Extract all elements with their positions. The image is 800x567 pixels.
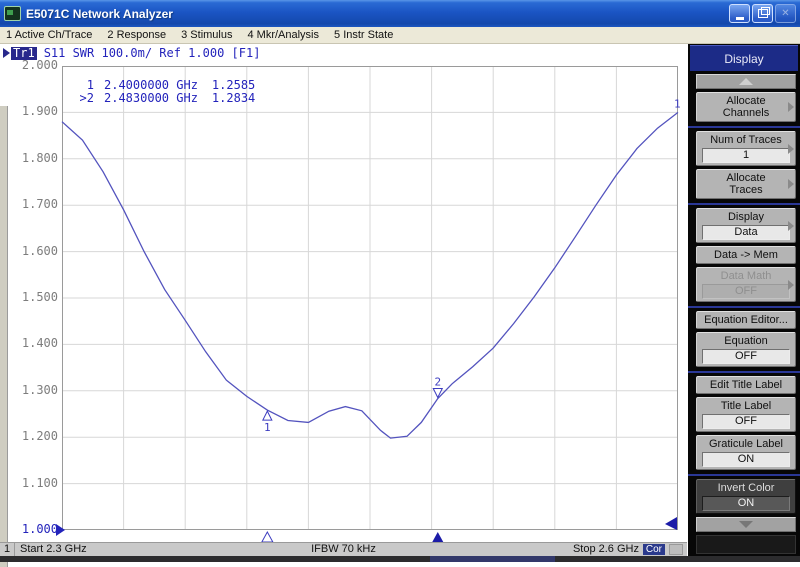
softkey-list: Allocate Channels Num of Traces 1 Alloca…	[690, 92, 798, 517]
chart-plot: 1 2 1	[62, 66, 678, 544]
marker-readout-row: >2 2.4830000 GHz 1.2834	[78, 92, 255, 105]
y-tick-label: 1.000	[6, 522, 58, 537]
submenu-arrow-icon	[788, 280, 794, 290]
scroll-down-button[interactable]	[696, 517, 796, 532]
softkey-separator	[688, 474, 800, 476]
bottom-strip	[0, 556, 800, 562]
window-title: E5071C Network Analyzer	[26, 7, 173, 21]
softkey-equation-editor[interactable]: Equation Editor...	[696, 311, 796, 329]
titlebar: E5071C Network Analyzer ✕	[0, 0, 800, 27]
minimize-icon	[736, 17, 744, 20]
softkey-invert-color[interactable]: Invert Color ON	[696, 479, 796, 514]
status-bar: 1 IFBW 70 kHz Start 2.3 GHz Stop 2.6 GHz…	[0, 542, 687, 556]
scroll-up-button[interactable]	[696, 74, 796, 89]
softkey-separator	[688, 203, 800, 205]
svg-text:2: 2	[434, 376, 441, 389]
softkey-edit-title-label[interactable]: Edit Title Label	[696, 376, 796, 394]
close-button[interactable]: ✕	[775, 4, 796, 23]
softkey-separator	[688, 126, 800, 128]
softkey-sidebar: Display Allocate Channels Num of Traces …	[688, 44, 800, 556]
status-bar-spacer	[669, 544, 683, 555]
trace-settings-text: S11 SWR 100.0m/ Ref 1.000 [F1]	[44, 46, 261, 60]
marker-value: 1.2834	[212, 92, 255, 105]
softkey-separator	[688, 371, 800, 373]
softkey-display[interactable]: Display Data	[696, 208, 796, 243]
softkey-menu-title: Display	[690, 45, 798, 71]
marker-id: >2	[78, 92, 94, 105]
y-tick-label: 1.300	[6, 383, 58, 398]
y-tick-label: 1.100	[6, 476, 58, 491]
softkey-value: OFF	[702, 349, 790, 364]
marker-frequency: 2.4830000 GHz	[104, 92, 198, 105]
softkey-allocate-channels[interactable]: Allocate Channels	[696, 92, 796, 122]
active-trace-arrow-icon	[3, 48, 10, 58]
reference-level-arrow-icon	[56, 524, 65, 536]
y-tick-label: 1.200	[6, 429, 58, 444]
svg-text:1: 1	[264, 421, 271, 434]
softkey-graticule-label[interactable]: Graticule Label ON	[696, 435, 796, 470]
submenu-arrow-icon	[788, 144, 794, 154]
stop-frequency-label: Stop 2.6 GHz	[573, 543, 639, 556]
menu-mkr-analysis[interactable]: 4 Mkr/Analysis	[247, 29, 319, 41]
restore-icon	[758, 9, 768, 18]
menu-response[interactable]: 2 Response	[107, 29, 166, 41]
y-tick-label: 1.500	[6, 290, 58, 305]
chevron-down-icon	[739, 521, 753, 528]
softkey-num-of-traces[interactable]: Num of Traces 1	[696, 131, 796, 166]
y-tick-label: 2.000	[6, 58, 58, 73]
y-tick-label: 1.900	[6, 104, 58, 119]
chevron-up-icon	[739, 78, 753, 85]
softkey-value: 1	[702, 148, 790, 163]
menu-stimulus[interactable]: 3 Stimulus	[181, 29, 232, 41]
bottom-strip-segment	[430, 556, 555, 562]
correction-badge: Cor	[643, 544, 665, 555]
softkey-value: OFF	[702, 284, 790, 299]
app-window: E5071C Network Analyzer ✕ 1 Active Ch/Tr…	[0, 0, 800, 567]
menu-instr-state[interactable]: 5 Instr State	[334, 29, 393, 41]
submenu-arrow-icon	[788, 102, 794, 112]
softkey-data-math[interactable]: Data Math OFF	[696, 267, 796, 302]
marker-readout: 12.4000000 GHz1.2585 >22.4830000 GHz1.28…	[78, 79, 255, 105]
y-tick-label: 1.800	[6, 151, 58, 166]
start-frequency-label: Start 2.3 GHz	[20, 543, 87, 556]
softkey-value: ON	[702, 496, 790, 511]
softkey-separator	[688, 306, 800, 308]
y-tick-label: 1.600	[6, 244, 58, 259]
menu-bar: 1 Active Ch/Trace 2 Response 3 Stimulus …	[0, 27, 800, 44]
menu-active-ch-trace[interactable]: 1 Active Ch/Trace	[6, 29, 92, 41]
softkey-data-to-mem[interactable]: Data -> Mem	[696, 246, 796, 264]
softkey-title-label[interactable]: Title Label OFF	[696, 397, 796, 432]
close-icon: ✕	[781, 8, 789, 19]
softkey-value: ON	[702, 452, 790, 467]
y-tick-label: 1.700	[6, 197, 58, 212]
softkey-equation[interactable]: Equation OFF	[696, 332, 796, 367]
softkey-blank-panel	[696, 535, 796, 554]
app-icon	[4, 6, 21, 21]
softkey-allocate-traces[interactable]: Allocate Traces	[696, 169, 796, 199]
y-tick-label: 1.400	[6, 336, 58, 351]
softkey-value: OFF	[702, 414, 790, 429]
softkey-value: Data	[702, 225, 790, 240]
window-controls: ✕	[729, 4, 796, 23]
submenu-arrow-icon	[788, 179, 794, 189]
restore-button[interactable]	[752, 4, 773, 23]
submenu-arrow-icon	[788, 221, 794, 231]
chart-area: 1 2 1	[62, 66, 678, 544]
minimize-button[interactable]	[729, 4, 750, 23]
svg-text:1: 1	[674, 97, 681, 110]
